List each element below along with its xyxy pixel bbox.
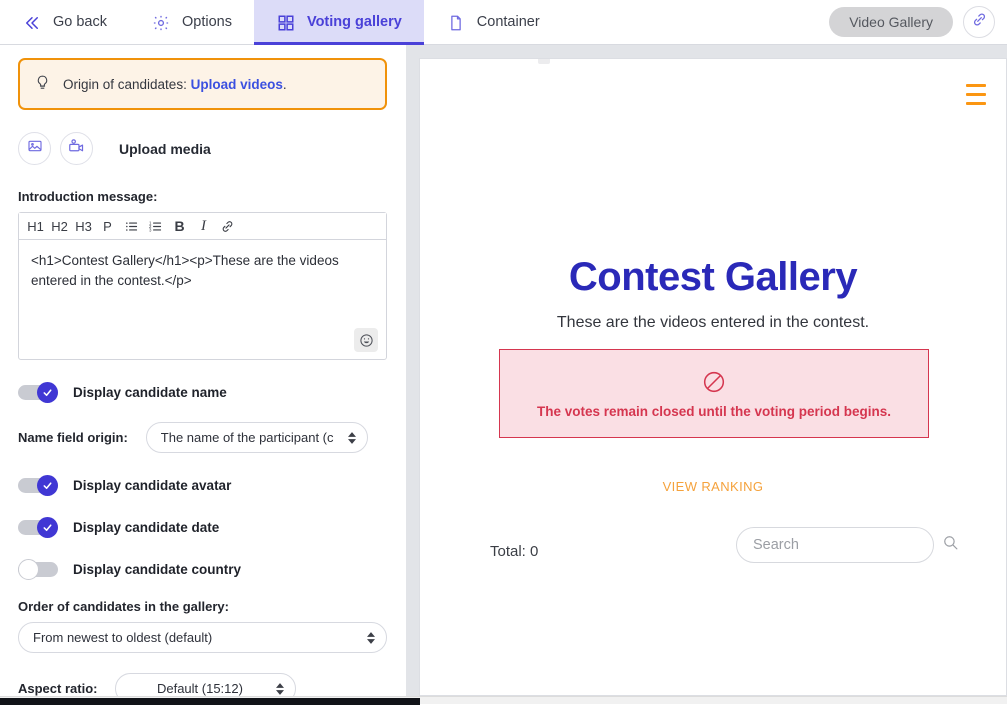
image-icon bbox=[27, 138, 43, 159]
toggle-knob-off bbox=[18, 559, 39, 580]
toggle-row-display-candidate-country[interactable]: Display candidate country bbox=[18, 559, 387, 579]
tab-container-label: Container bbox=[477, 15, 540, 30]
total-entries-label: Total: 0 bbox=[490, 543, 538, 560]
video-camera-icon bbox=[68, 138, 85, 160]
order-of-candidates-group: Order of candidates in the gallery: From… bbox=[18, 599, 387, 653]
aspect-ratio-row: Aspect ratio: Default (15:12) bbox=[18, 673, 387, 696]
toggle-row-display-candidate-date[interactable]: Display candidate date bbox=[18, 517, 387, 537]
upload-media-row: Upload media bbox=[18, 132, 387, 165]
tab-voting-gallery[interactable]: Voting gallery bbox=[254, 0, 424, 45]
origin-alert-suffix: . bbox=[283, 77, 287, 92]
preview-nub bbox=[538, 59, 550, 64]
aspect-ratio-value: Default (15:12) bbox=[157, 681, 243, 696]
view-ranking-link[interactable]: VIEW RANKING bbox=[420, 479, 1006, 494]
lightbulb-icon bbox=[34, 74, 51, 94]
origin-alert-text: Origin of candidates: Upload videos. bbox=[63, 77, 287, 92]
aspect-ratio-label: Aspect ratio: bbox=[18, 681, 97, 696]
votes-closed-text: The votes remain closed until the voting… bbox=[537, 404, 891, 419]
video-gallery-chip[interactable]: Video Gallery bbox=[829, 7, 953, 37]
editor-paragraph-button[interactable]: P bbox=[97, 216, 118, 237]
no-entry-icon bbox=[701, 369, 727, 400]
search-box[interactable] bbox=[736, 527, 934, 563]
tab-go-back-label: Go back bbox=[53, 15, 107, 30]
order-of-candidates-label: Order of candidates in the gallery: bbox=[18, 599, 387, 614]
toggle-row-display-candidate-avatar[interactable]: Display candidate avatar bbox=[18, 475, 387, 495]
hamburger-bar bbox=[966, 93, 986, 96]
toggle-display-candidate-date[interactable] bbox=[18, 517, 58, 537]
toggle-label-display-candidate-country: Display candidate country bbox=[73, 562, 241, 577]
smiley-icon[interactable] bbox=[354, 328, 378, 352]
editor-h3-button[interactable]: H3 bbox=[73, 216, 94, 237]
chevron-updown-icon bbox=[367, 632, 375, 644]
introduction-message-editor[interactable]: H1 H2 H3 P 1 2 bbox=[18, 212, 387, 360]
hamburger-bar bbox=[966, 84, 986, 87]
toggle-label-display-candidate-name: Display candidate name bbox=[73, 385, 227, 400]
tab-voting-gallery-label: Voting gallery bbox=[307, 15, 402, 30]
bulleted-list-icon[interactable] bbox=[121, 216, 142, 237]
page-title: Contest Gallery bbox=[420, 255, 1006, 300]
name-field-origin-value: The name of the participant (c bbox=[161, 430, 334, 445]
tab-options[interactable]: Options bbox=[129, 0, 254, 45]
document-icon bbox=[446, 13, 466, 33]
origin-alert-prefix: Origin of candidates: bbox=[63, 77, 191, 92]
toggle-row-display-candidate-name[interactable]: Display candidate name bbox=[18, 382, 387, 402]
aspect-ratio-select[interactable]: Default (15:12) bbox=[115, 673, 296, 696]
editor-h1-button[interactable]: H1 bbox=[25, 216, 46, 237]
upload-image-button[interactable] bbox=[18, 132, 51, 165]
tab-container[interactable]: Container bbox=[424, 0, 562, 45]
svg-text:3: 3 bbox=[149, 227, 152, 232]
toggle-display-candidate-country[interactable] bbox=[18, 559, 58, 579]
name-field-origin-row: Name field origin: The name of the parti… bbox=[18, 422, 387, 453]
chevron-updown-icon bbox=[348, 432, 356, 444]
toggle-knob-on bbox=[37, 475, 58, 496]
grid-icon bbox=[276, 13, 296, 33]
tab-go-back[interactable]: Go back bbox=[0, 0, 129, 45]
editor-h2-button[interactable]: H2 bbox=[49, 216, 70, 237]
name-field-origin-select[interactable]: The name of the participant (c bbox=[146, 422, 368, 453]
order-of-candidates-value: From newest to oldest (default) bbox=[33, 630, 212, 645]
editor-bold-button[interactable]: B bbox=[169, 216, 190, 237]
hamburger-bar bbox=[966, 102, 986, 105]
toggle-label-display-candidate-date: Display candidate date bbox=[73, 520, 219, 535]
search-icon bbox=[942, 534, 959, 556]
toggle-label-display-candidate-avatar: Display candidate avatar bbox=[73, 478, 231, 493]
origin-of-candidates-alert: Origin of candidates: Upload videos. bbox=[18, 58, 387, 110]
toggle-display-candidate-name[interactable] bbox=[18, 382, 58, 402]
link-button[interactable] bbox=[963, 6, 995, 38]
upload-videos-link[interactable]: Upload videos bbox=[191, 77, 283, 92]
settings-panel-scrollbar[interactable] bbox=[399, 45, 406, 696]
toggle-knob-on bbox=[37, 517, 58, 538]
editor-link-icon[interactable] bbox=[217, 216, 238, 237]
chevron-double-left-icon bbox=[22, 13, 42, 33]
topbar-right-actions: Video Gallery bbox=[829, 0, 1007, 44]
toggle-display-candidate-avatar[interactable] bbox=[18, 475, 58, 495]
chevron-updown-icon bbox=[276, 683, 284, 695]
name-field-origin-label: Name field origin: bbox=[18, 430, 128, 445]
hamburger-icon[interactable] bbox=[966, 84, 986, 105]
search-input[interactable] bbox=[751, 536, 942, 554]
tab-options-label: Options bbox=[182, 15, 232, 30]
upload-media-label: Upload media bbox=[119, 141, 211, 157]
introduction-message-label: Introduction message: bbox=[18, 189, 387, 204]
toggle-knob-on bbox=[37, 382, 58, 403]
editor-content[interactable]: <h1>Contest Gallery</h1><p>These are the… bbox=[19, 240, 386, 359]
order-of-candidates-select[interactable]: From newest to oldest (default) bbox=[18, 622, 387, 653]
votes-closed-notice: The votes remain closed until the voting… bbox=[499, 349, 929, 438]
page-subtitle: These are the videos entered in the cont… bbox=[420, 314, 1006, 332]
gallery-preview: Contest Gallery These are the videos ent… bbox=[419, 58, 1007, 696]
horizontal-scrollbar[interactable] bbox=[0, 696, 1007, 704]
editor-italic-button[interactable]: I bbox=[193, 216, 214, 237]
editor-toolbar: H1 H2 H3 P 1 2 bbox=[19, 213, 386, 240]
top-tab-bar: Go back Options Voting gallery Container bbox=[0, 0, 1007, 45]
gear-icon bbox=[151, 13, 171, 33]
upload-video-button[interactable] bbox=[60, 132, 93, 165]
settings-panel: Origin of candidates: Upload videos. bbox=[0, 45, 406, 696]
link-icon bbox=[971, 11, 988, 33]
numbered-list-icon[interactable]: 1 2 3 bbox=[145, 216, 166, 237]
